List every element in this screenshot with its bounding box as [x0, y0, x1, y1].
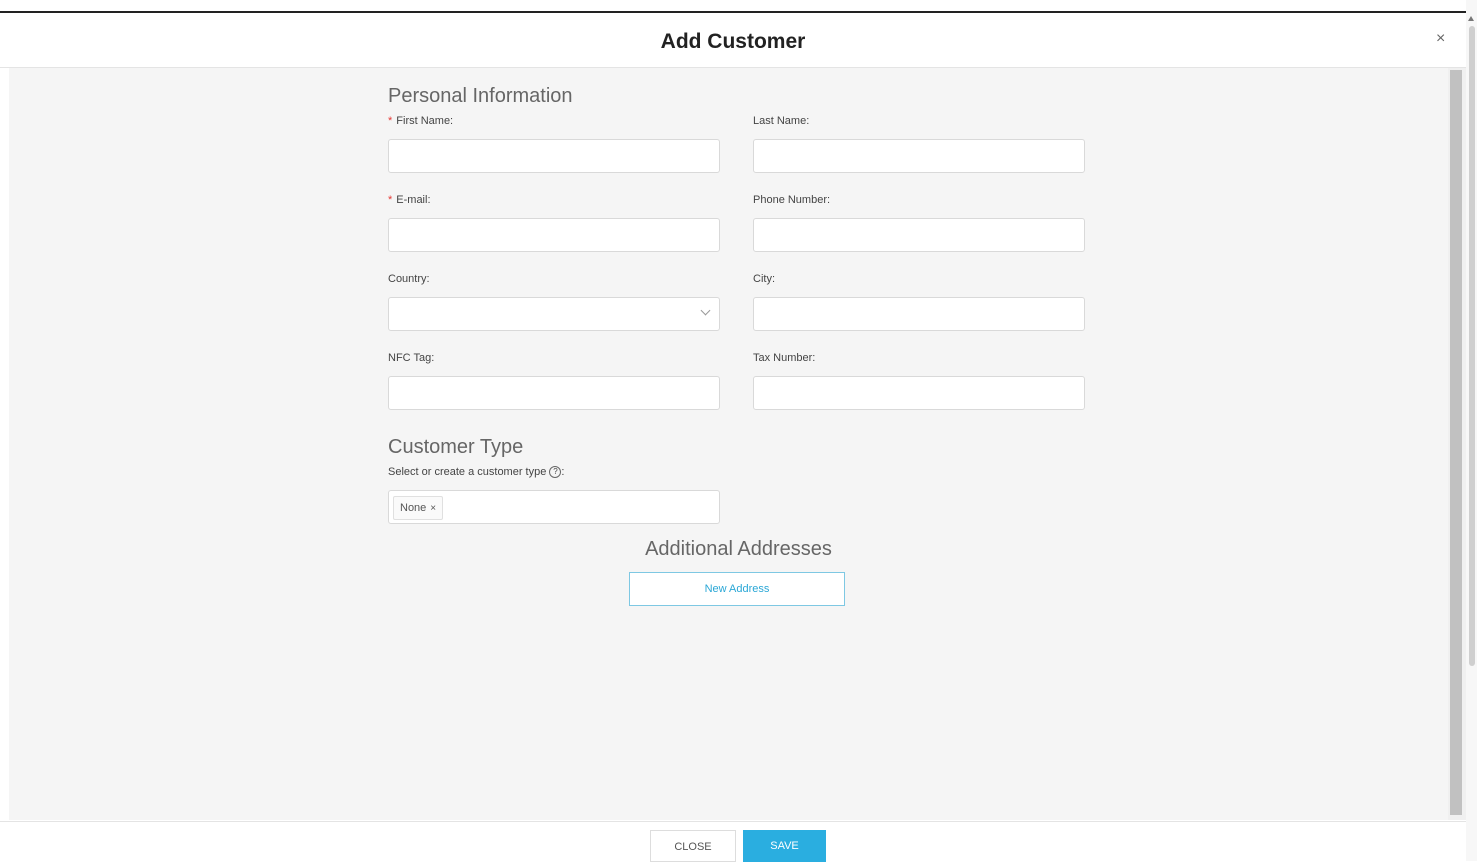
email-label-text: E-mail: — [396, 194, 431, 206]
page-scrollbar[interactable] — [1466, 0, 1477, 861]
help-icon[interactable]: ? — [549, 466, 562, 479]
first-name-label: * First Name: — [388, 115, 453, 127]
tag-label: None — [400, 502, 427, 514]
nfc-tag-label: NFC Tag: — [388, 352, 435, 364]
first-name-input[interactable] — [388, 139, 720, 173]
dialog-scrollbar[interactable] — [1448, 68, 1466, 820]
dialog-header: Add Customer × — [0, 13, 1466, 68]
customer-type-hint: Select or create a customer type ?: — [388, 466, 565, 479]
phone-label: Phone Number: — [753, 194, 831, 206]
save-button[interactable]: SAVE — [743, 830, 826, 862]
close-icon[interactable]: × — [1436, 30, 1445, 48]
required-mark: * — [388, 115, 393, 127]
required-mark: * — [388, 194, 393, 206]
personal-info-title: Personal Information — [388, 85, 573, 107]
city-label: City: — [753, 273, 775, 285]
city-input[interactable] — [753, 297, 1085, 331]
customer-type-tag: None × — [393, 496, 444, 520]
last-name-input[interactable] — [753, 139, 1085, 173]
scroll-up-icon[interactable] — [1468, 16, 1474, 21]
customer-type-hint-text: Select or create a customer type — [388, 466, 547, 478]
dialog-body — [9, 68, 1448, 820]
page-scrollbar-thumb[interactable] — [1469, 26, 1475, 666]
close-button[interactable]: CLOSE — [650, 830, 736, 862]
chevron-down-icon — [700, 305, 711, 316]
email-label: * E-mail: — [388, 194, 431, 206]
additional-addresses-title-text: Additional Addresses — [645, 538, 832, 560]
country-select[interactable] — [388, 297, 720, 331]
dialog-scrollbar-thumb[interactable] — [1450, 70, 1462, 815]
nfc-tag-input[interactable] — [388, 376, 720, 410]
first-name-label-text: First Name: — [396, 115, 454, 127]
dialog-footer: CLOSE SAVE — [0, 821, 1466, 862]
tag-remove-icon[interactable]: × — [430, 503, 436, 514]
email-input[interactable] — [388, 218, 720, 252]
country-label: Country: — [388, 273, 430, 285]
help-suffix: : — [561, 466, 565, 478]
additional-addresses-title: Additional Addresses — [0, 538, 1477, 561]
dialog-title: Add Customer — [660, 30, 806, 53]
new-address-button[interactable]: New Address — [629, 572, 845, 606]
customer-type-title: Customer Type — [388, 436, 524, 458]
phone-input[interactable] — [753, 218, 1085, 252]
customer-type-input[interactable]: None × — [388, 490, 720, 524]
last-name-label: Last Name: — [753, 115, 810, 127]
tax-number-input[interactable] — [753, 376, 1085, 410]
tax-number-label: Tax Number: — [753, 352, 816, 364]
